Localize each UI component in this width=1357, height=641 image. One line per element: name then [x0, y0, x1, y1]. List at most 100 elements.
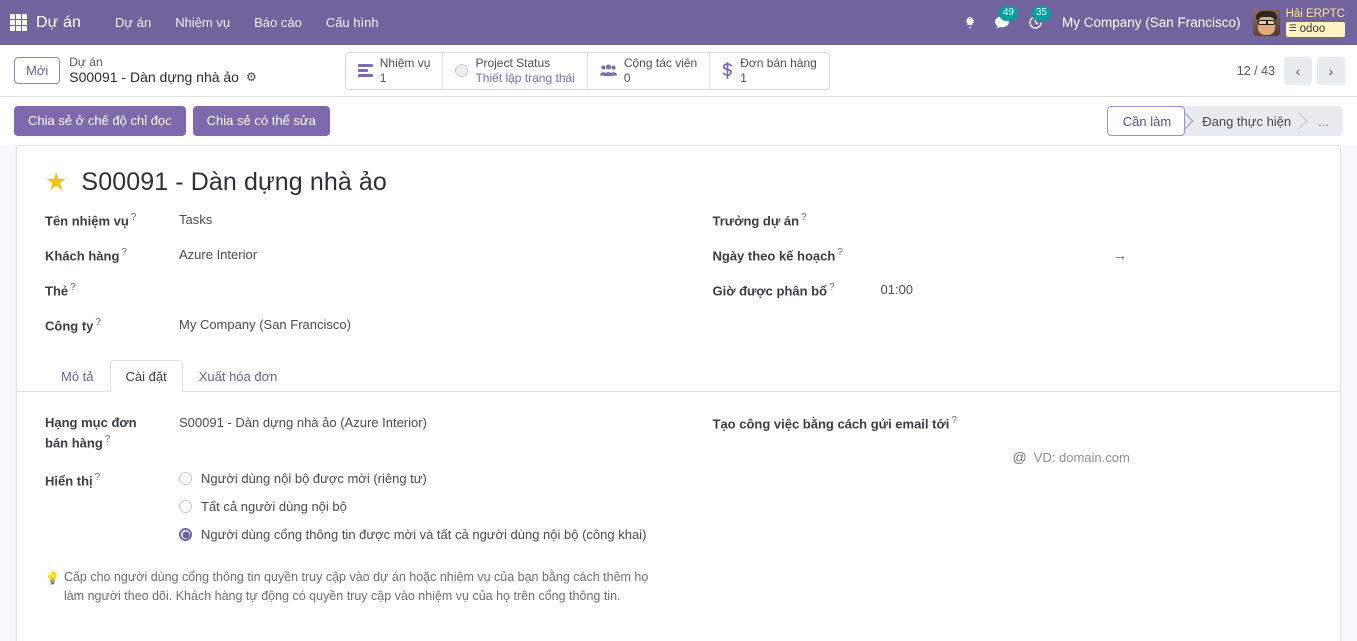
form-left-column: Tên nhiệm vụ? Tasks Khách hàng? Azure In…	[45, 211, 679, 351]
messages-icon[interactable]: 49	[985, 0, 1019, 45]
stat-button-project-status[interactable]: Project Status Thiết lập trạng thái	[443, 52, 588, 89]
stat-button-collaborators[interactable]: Cộng tác viên 0	[588, 52, 711, 89]
value-allocated-hours[interactable]: 01:00	[873, 281, 1313, 300]
database-name: odoo	[1299, 22, 1326, 35]
avatar	[1252, 9, 1280, 36]
field-company: Công ty? My Company (San Francisco)	[45, 316, 657, 337]
label-tags: Thẻ?	[45, 282, 76, 299]
pager-previous-button[interactable]: ‹	[1284, 56, 1312, 85]
tasks-bars-icon	[357, 64, 373, 77]
share-editable-button[interactable]: Chia sẻ có thể sửa	[192, 106, 330, 136]
help-tooltip-icon[interactable]: ?	[951, 415, 957, 426]
status-step-in-progress[interactable]: Đang thực hiện	[1185, 106, 1304, 136]
share-readonly-button[interactable]: Chia sẻ ở chế độ chỉ đọc	[14, 106, 186, 136]
form-sheet: ★ S00091 - Dàn dựng nhà ảo Tên nhiệm vụ?…	[16, 145, 1341, 641]
gear-icon[interactable]: ⚙	[246, 70, 257, 85]
field-email-alias: Tạo công việc bằng cách gửi email tới?	[713, 414, 1313, 435]
record-state-badge[interactable]: Mới	[14, 56, 61, 84]
stat-button-sales-orders[interactable]: Đơn bán hàng 1	[710, 53, 829, 89]
messages-badge: 49	[998, 6, 1018, 21]
field-allocated-hours: Giờ được phân bổ? 01:00	[713, 281, 1313, 302]
stat-button-box: Nhiệm vụ 1 Project Status Thiết lập trạn…	[344, 51, 830, 90]
apps-grid-icon[interactable]	[10, 14, 27, 31]
help-tooltip-icon[interactable]: ?	[829, 282, 835, 293]
stat-value-sales-orders: 1	[740, 70, 747, 85]
tab-panel-settings: Hạng mục đơn bán hàng? S00091 - Dàn dựng…	[45, 392, 1312, 607]
value-customer[interactable]: Azure Interior	[157, 246, 657, 265]
user-texts: Hải ERPTC ☰ odoo	[1285, 8, 1345, 37]
radio-option-private[interactable]: Người dùng nội bộ được mời (riêng tư)	[179, 471, 646, 486]
radio-option-internal[interactable]: Tất cả người dùng nội bộ	[179, 499, 646, 514]
breadcrumb-texts: Dự án S00091 - Dàn dựng nhà ảo ⚙	[69, 55, 257, 87]
value-company[interactable]: My Company (San Francisco)	[157, 316, 657, 335]
user-menu[interactable]: Hải ERPTC ☰ odoo	[1252, 8, 1349, 37]
help-tooltip-icon[interactable]: ?	[801, 212, 807, 223]
app-brand-name[interactable]: Dự án	[36, 14, 81, 32]
chevron-left-icon: ‹	[1295, 62, 1301, 79]
main-menu: Dự án Nhiệm vụ Báo cáo Cấu hình	[103, 9, 391, 36]
title-row: ★ S00091 - Dàn dựng nhà ảo	[45, 168, 1312, 197]
tab-invoicing[interactable]: Xuất hóa đơn	[183, 360, 294, 392]
radio-option-portal[interactable]: Người dùng cổng thông tin được mời và tấ…	[179, 527, 646, 542]
help-tooltip-icon[interactable]: ?	[105, 434, 111, 445]
notebook-tabs: Mô tả Cài đặt Xuất hóa đơn	[17, 360, 1340, 392]
field-planned-date: Ngày theo kế hoạch? →	[713, 246, 1313, 267]
visibility-radio-group: Người dùng nội bộ được mời (riêng tư) Tấ…	[157, 471, 646, 542]
visibility-help-message: Cấp cho người dùng cổng thông tin quyền …	[63, 570, 649, 604]
help-tooltip-icon[interactable]: ?	[121, 247, 127, 258]
pager: 12 / 43 ‹ ›	[1237, 56, 1345, 85]
help-tooltip-icon[interactable]: ?	[95, 317, 101, 328]
stat-label-tasks: Nhiệm vụ	[379, 56, 431, 71]
radio-label-private: Người dùng nội bộ được mời (riêng tư)	[201, 471, 427, 487]
email-alias-input[interactable]: @ VD: domain.com	[713, 449, 1313, 465]
value-tags[interactable]	[157, 281, 657, 300]
help-tooltip-icon[interactable]: ?	[131, 212, 137, 223]
help-tooltip-icon[interactable]: ?	[837, 247, 843, 258]
label-planned-date: Ngày theo kế hoạch?	[712, 247, 843, 264]
breadcrumb-current: S00091 - Dàn dựng nhà ảo ⚙	[69, 69, 257, 86]
bug-icon[interactable]	[955, 0, 985, 45]
breadcrumb: Mới Dự án S00091 - Dàn dựng nhà ảo ⚙	[14, 55, 257, 87]
activities-badge: 35	[1031, 6, 1051, 21]
dollar-icon	[722, 62, 733, 79]
circle-icon	[455, 64, 469, 77]
tab-description[interactable]: Mô tả	[45, 360, 110, 392]
menu-item-tasks[interactable]: Nhiệm vụ	[163, 9, 242, 36]
radio-label-portal: Người dùng cổng thông tin được mời và tấ…	[201, 527, 647, 543]
label-visibility: Hiển thị?	[45, 472, 101, 489]
database-icon: ☰	[1288, 22, 1297, 33]
form-background: ★ S00091 - Dàn dựng nhà ảo Tên nhiệm vụ?…	[0, 145, 1357, 641]
at-icon: @	[1012, 449, 1027, 465]
page-title: S00091 - Dàn dựng nhà ảo	[81, 168, 387, 196]
menu-item-projects[interactable]: Dự án	[103, 9, 163, 36]
radio-indicator	[179, 472, 192, 486]
tab-settings[interactable]: Cài đặt	[109, 360, 183, 392]
help-tooltip-icon[interactable]: ?	[95, 472, 101, 483]
stat-label-collaborators: Cộng tác viên	[623, 56, 698, 71]
menu-item-reporting[interactable]: Báo cáo	[242, 9, 314, 36]
users-icon	[599, 64, 617, 77]
value-task-label[interactable]: Tasks	[157, 211, 657, 230]
value-sale-order-item[interactable]: S00091 - Dàn dựng nhà ảo (Azure Interior…	[157, 414, 657, 433]
label-email-alias: Tạo công việc bằng cách gửi email tới?	[712, 415, 957, 432]
help-tooltip-icon[interactable]: ?	[70, 282, 76, 293]
status-step-todo[interactable]: Cần làm	[1106, 106, 1186, 136]
label-sale-order-item: Hạng mục đơn bán hàng?	[45, 415, 137, 451]
label-company: Công ty?	[45, 317, 101, 334]
value-project-manager[interactable]	[873, 211, 1313, 230]
navbar-right-cluster: 49 35 My Company (San Francisco) Hải ERP…	[955, 0, 1349, 45]
status-step-more[interactable]: ...	[1304, 106, 1343, 136]
form-fields-grid: Tên nhiệm vụ? Tasks Khách hàng? Azure In…	[45, 211, 1312, 351]
action-row: Chia sẻ ở chế độ chỉ đọc Chia sẻ có thể …	[0, 97, 1357, 145]
company-switcher[interactable]: My Company (San Francisco)	[1052, 15, 1253, 30]
control-panel: Mới Dự án S00091 - Dàn dựng nhà ảo ⚙ Nhi…	[0, 45, 1357, 97]
activities-clock-icon[interactable]: 35	[1019, 0, 1052, 45]
menu-item-configuration[interactable]: Cấu hình	[314, 9, 391, 36]
stat-button-tasks[interactable]: Nhiệm vụ 1	[346, 52, 444, 89]
pager-next-button[interactable]: ›	[1317, 56, 1345, 85]
breadcrumb-parent[interactable]: Dự án	[69, 55, 257, 70]
value-planned-date[interactable]: →	[873, 246, 1313, 266]
settings-right-column: Tạo công việc bằng cách gửi email tới? @…	[679, 414, 1313, 607]
star-icon[interactable]: ★	[45, 170, 67, 195]
stat-label-sales-orders: Đơn bán hàng	[740, 56, 817, 71]
